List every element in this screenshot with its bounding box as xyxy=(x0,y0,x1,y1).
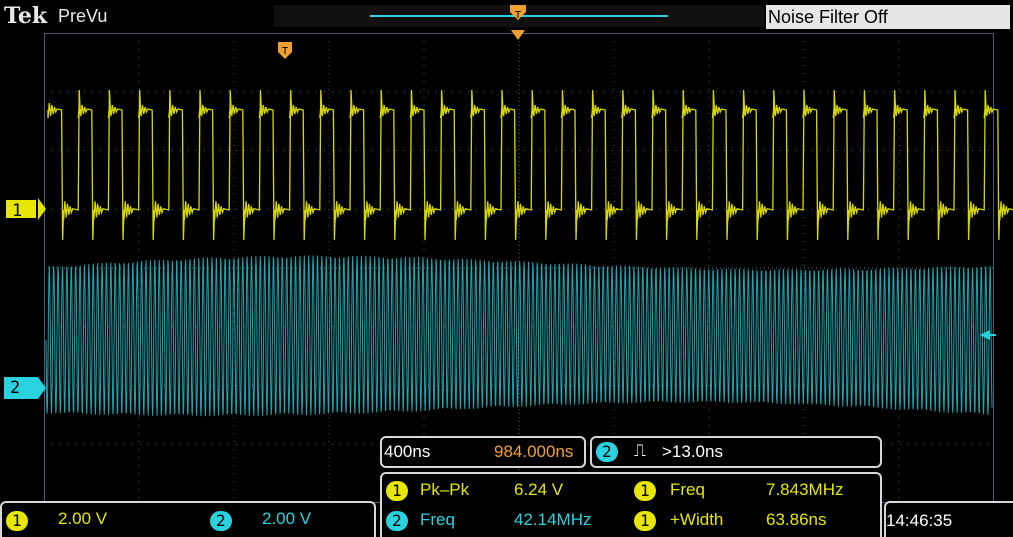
trigger-readout[interactable]: 2 ⎍ >13.0ns xyxy=(590,436,882,468)
meas4-value: 63.86ns xyxy=(766,510,827,529)
horizontal-scale: 400ns xyxy=(384,442,431,461)
clock-time: 14:46:35 xyxy=(886,511,953,530)
meas2-channel-badge: 1 xyxy=(634,481,656,501)
meas4-channel-badge: 1 xyxy=(634,511,656,531)
ch2-waveform xyxy=(45,255,993,417)
meas1-channel-badge: 1 xyxy=(386,481,408,501)
timebase-readout[interactable]: 400ns 984.000ns xyxy=(380,436,586,468)
vertical-scale-panel[interactable]: 1 2.00 V 2 2.00 V xyxy=(0,501,376,537)
meas2-value: 7.843MHz xyxy=(766,480,844,499)
meas1-label: Pk–Pk xyxy=(420,480,470,499)
trigger-condition: >13.0ns xyxy=(662,442,723,461)
measurements-panel[interactable]: 1 Pk–Pk 6.24 V 1 Freq 7.843MHz 2 Freq 42… xyxy=(380,472,882,537)
trigger-position-icon: T T xyxy=(278,5,526,59)
meas3-channel-badge: 2 xyxy=(386,511,408,531)
ch1-arrow-icon xyxy=(38,198,46,220)
ch2-arrow-icon xyxy=(38,377,46,399)
ch2-scale-badge: 2 xyxy=(210,511,232,531)
meas3-label: Freq xyxy=(420,510,455,529)
horizontal-position: 984.000ns xyxy=(494,442,574,461)
ch1-waveform xyxy=(47,89,1013,241)
svg-text:T: T xyxy=(515,10,521,21)
ch1-scale: 2.00 V xyxy=(58,509,108,528)
meas4-label: +Width xyxy=(670,510,724,529)
meas2-label: Freq xyxy=(670,480,705,499)
ch1-ground-marker[interactable]: 1 xyxy=(4,198,38,221)
ch2-scale: 2.00 V xyxy=(262,509,312,528)
ch2-ground-marker[interactable]: 2 xyxy=(4,377,38,399)
clock-panel: 14:46:35 xyxy=(884,501,1013,537)
meas1-value: 6.24 V xyxy=(514,480,564,499)
meas3-value: 42.14MHz xyxy=(514,510,592,529)
trigger-source-badge: 2 xyxy=(596,442,618,462)
svg-text:T: T xyxy=(282,46,288,57)
pulse-trigger-icon: ⎍ xyxy=(634,441,646,461)
ch1-scale-badge: 1 xyxy=(6,511,28,531)
